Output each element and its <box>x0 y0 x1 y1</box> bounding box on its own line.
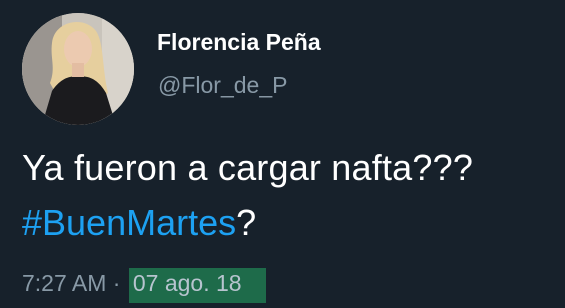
avatar-image <box>22 13 134 125</box>
avatar[interactable] <box>22 13 134 125</box>
meta-separator: · <box>106 270 127 296</box>
hashtag-link[interactable]: #BuenMartes <box>22 202 236 243</box>
tweet-text-line1: Ya fueron a cargar nafta??? <box>22 147 474 188</box>
tweet-text-suffix: ? <box>236 202 257 243</box>
author-handle[interactable]: @Flor_de_P <box>158 72 287 99</box>
tweet-text-line2: #BuenMartes? <box>22 202 256 244</box>
author-name[interactable]: Florencia Peña <box>157 29 321 56</box>
tweet-card: Florencia Peña @Flor_de_P Ya fueron a ca… <box>0 0 565 308</box>
tweet-time[interactable]: 7:27 AM <box>22 270 106 296</box>
tweet-meta: 7:27 AM · 07 ago. 18 <box>22 268 266 303</box>
tweet-date[interactable]: 07 ago. 18 <box>128 268 266 303</box>
